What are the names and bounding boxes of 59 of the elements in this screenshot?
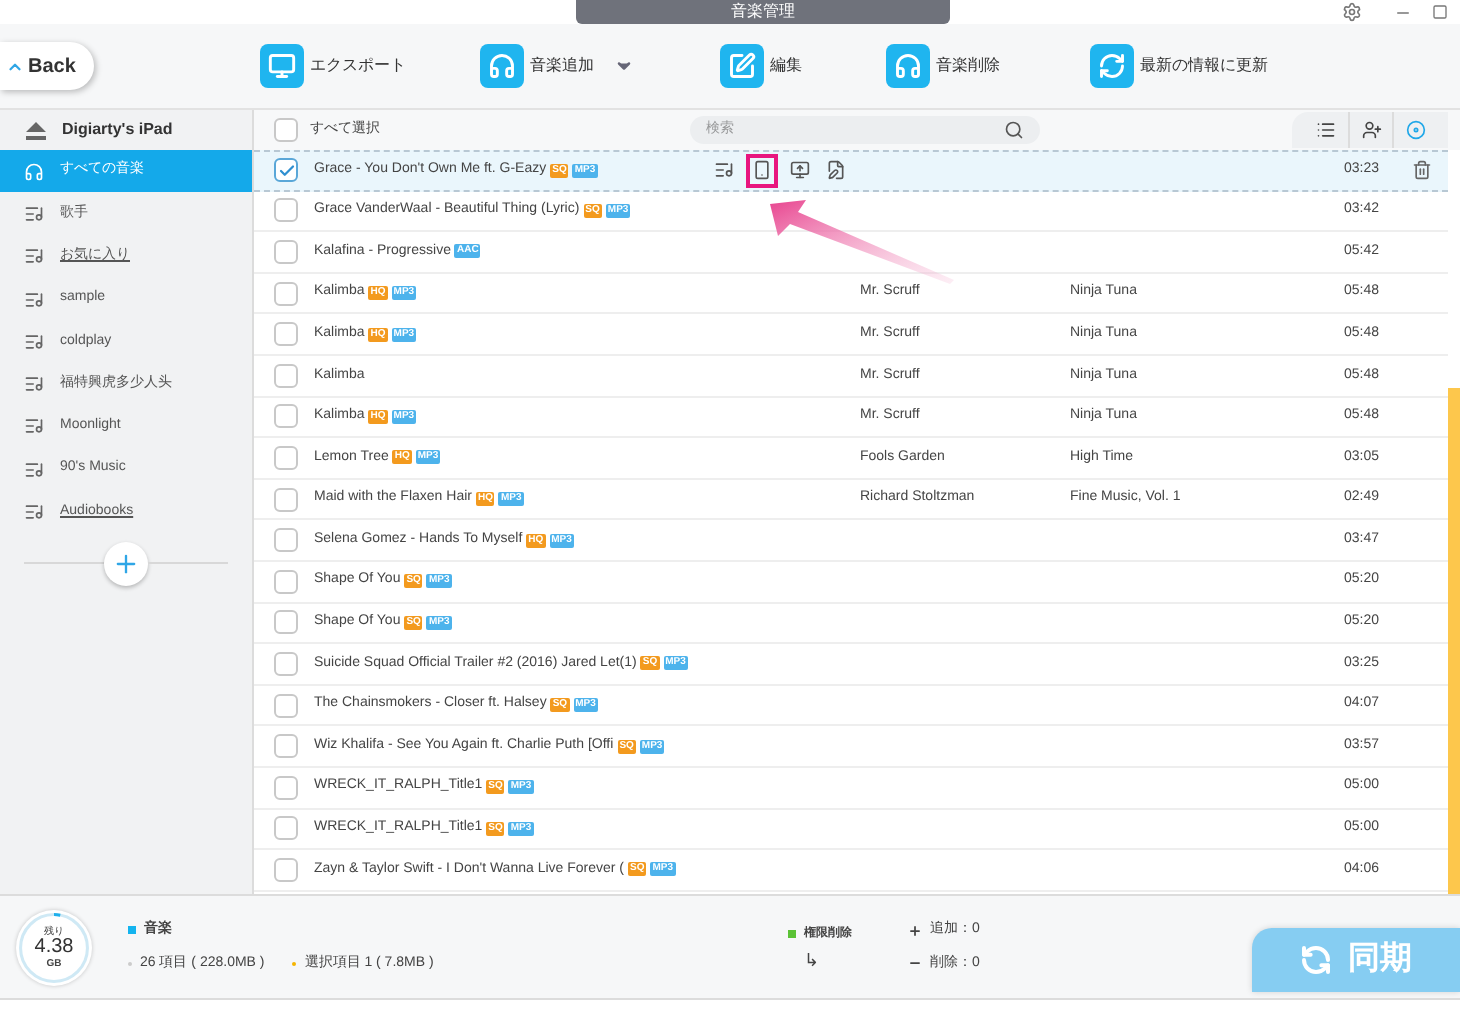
row-checkbox[interactable]: [274, 610, 298, 635]
maximize-icon[interactable]: [1432, 4, 1448, 20]
back-button[interactable]: Back: [0, 42, 94, 90]
row-checkbox[interactable]: [274, 239, 298, 264]
headphones-icon: [886, 44, 930, 88]
search-icon[interactable]: [1004, 120, 1024, 140]
playlist-icon: [24, 416, 44, 437]
row-checkbox[interactable]: [274, 816, 298, 841]
playlist-icon: [24, 289, 44, 310]
toolbar-button[interactable]: 音楽追加: [480, 44, 594, 88]
row-checkbox[interactable]: [274, 487, 298, 512]
device-name: Digiarty's iPad: [62, 118, 173, 142]
playlist-icon: [24, 203, 44, 224]
row-checkbox[interactable]: [274, 857, 298, 882]
person-icon: [1361, 120, 1381, 140]
plus-icon: [908, 923, 922, 938]
list-icon: [1316, 120, 1336, 140]
legend-square: [128, 925, 136, 934]
playlist-icon: [24, 502, 44, 523]
playlist-icon: [24, 246, 44, 267]
add-playlist-button[interactable]: [104, 541, 148, 586]
headphones-icon: [24, 161, 44, 182]
toolbar-button[interactable]: 最新の情報に更新: [1090, 44, 1268, 88]
row-checkbox[interactable]: [274, 363, 298, 388]
row-checkbox[interactable]: [274, 693, 298, 718]
trash-icon[interactable]: [1412, 160, 1432, 181]
row-checkbox[interactable]: [274, 198, 298, 223]
row-checkbox[interactable]: [274, 281, 298, 306]
toolbar-button[interactable]: エクスポート: [260, 44, 406, 88]
arrow-glyph: ↳: [804, 951, 822, 969]
row-checkbox[interactable]: [274, 528, 298, 553]
row-checkbox[interactable]: [274, 322, 298, 347]
eject-icon[interactable]: [26, 121, 46, 139]
row-checkbox[interactable]: [274, 158, 298, 183]
playlist-icon: [24, 459, 44, 480]
monitor-icon: [260, 44, 304, 88]
row-checkbox[interactable]: [274, 775, 298, 800]
settings-icon[interactable]: [1342, 2, 1362, 22]
phone-icon[interactable]: [746, 153, 778, 188]
row-checkbox[interactable]: [274, 569, 298, 594]
row-checkbox[interactable]: [274, 651, 298, 676]
disc-icon: [1405, 120, 1425, 140]
playlist-icon: [24, 374, 44, 395]
row-checkbox[interactable]: [274, 734, 298, 759]
row-checkbox[interactable]: [274, 404, 298, 429]
plus-icon: [112, 549, 140, 578]
dropdown-icon[interactable]: [614, 56, 634, 76]
legend-square: [788, 930, 796, 938]
window-title: 音楽管理: [576, 0, 950, 24]
toolbar-button[interactable]: 音楽削除: [886, 44, 1000, 88]
select-all-checkbox[interactable]: [274, 118, 298, 142]
row-checkbox[interactable]: [274, 445, 298, 470]
refresh-icon: [1090, 44, 1134, 88]
sync-icon: [1300, 943, 1332, 975]
toolbar-button[interactable]: 編集: [720, 44, 802, 88]
pen-icon: [720, 44, 764, 88]
playlist-icon: [24, 331, 44, 352]
scrollbar-thumb[interactable]: [1448, 388, 1460, 894]
headphones-icon: [480, 44, 524, 88]
